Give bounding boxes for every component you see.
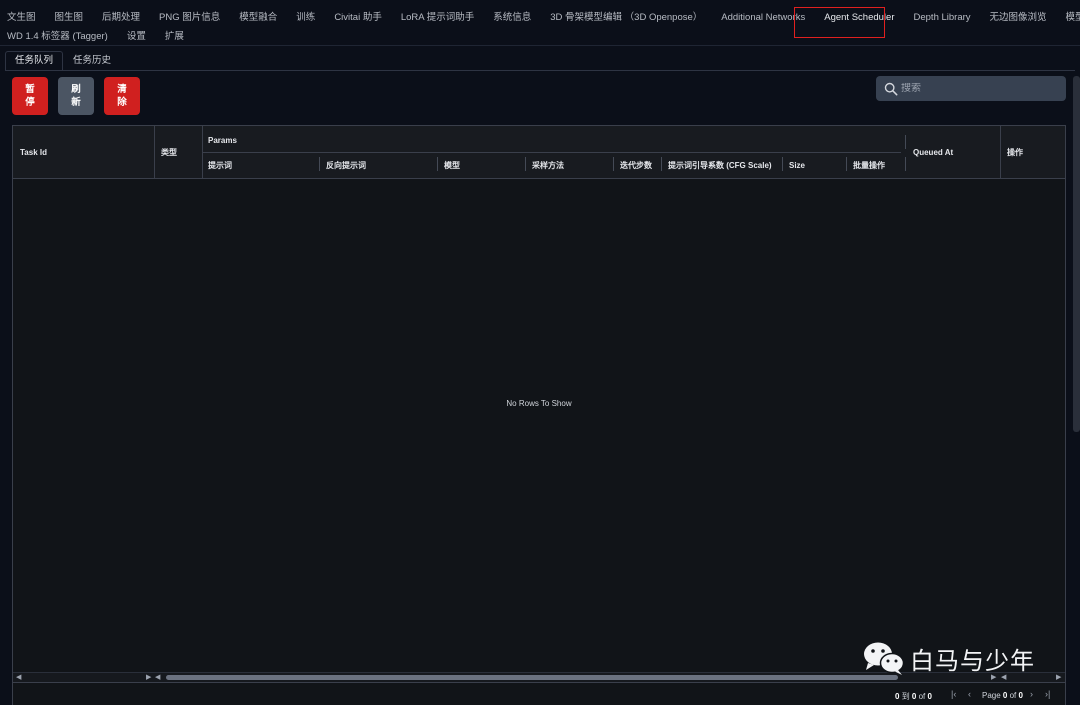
column-divider (154, 126, 155, 179)
column-size[interactable]: Size (789, 156, 805, 174)
page-total: 0 (1018, 691, 1023, 700)
column-separator (905, 135, 906, 149)
column-divider (1000, 126, 1001, 179)
tab-task-history[interactable]: 任务历史 (63, 51, 121, 71)
column-group-params: Params (208, 135, 237, 145)
search-input[interactable] (901, 83, 1061, 94)
tab-settings[interactable]: 设置 (120, 28, 146, 45)
scrollbar-thumb[interactable] (166, 675, 898, 680)
column-queued-at[interactable]: Queued At (913, 126, 953, 179)
empty-state-text: No Rows To Show (506, 399, 572, 408)
tab-tagger[interactable]: WD 1.4 标签器 (Tagger) (0, 28, 108, 45)
column-type[interactable]: 类型 (161, 126, 177, 179)
prev-page-icon[interactable]: ‹ (968, 689, 971, 699)
last-page-icon[interactable]: ›| (1045, 689, 1050, 699)
column-separator (661, 157, 662, 171)
tab-model-converter[interactable]: 模型转换 (1059, 9, 1080, 26)
column-separator (613, 157, 614, 171)
column-model[interactable]: 模型 (444, 156, 460, 174)
column-sampler[interactable]: 采样方法 (532, 156, 564, 174)
refresh-button-label: 刷新 (71, 84, 81, 108)
pause-button-label: 暂停 (25, 84, 35, 108)
tab-depth-library[interactable]: Depth Library (907, 9, 971, 26)
tab-additional-networks[interactable]: Additional Networks (714, 9, 805, 26)
column-actions[interactable]: 操作 (1007, 126, 1023, 179)
clear-button[interactable]: 清除 (104, 77, 140, 115)
watermark: 白马与少年 (862, 638, 1035, 678)
column-separator (905, 157, 906, 171)
tab-extensions[interactable]: 扩展 (158, 28, 184, 45)
search-icon (884, 82, 898, 95)
tab-agent-scheduler[interactable]: Agent Scheduler (817, 9, 894, 26)
search-box[interactable] (876, 76, 1066, 101)
column-task-id[interactable]: Task Id (20, 126, 47, 179)
grid-header: Task Id 类型 Params 提示词 反向提示词 模型 采样方法 迭代步数… (13, 126, 1065, 179)
grid-body: No Rows To Show (13, 179, 1065, 672)
clear-button-label: 清除 (117, 84, 127, 108)
column-separator (846, 157, 847, 171)
first-page-icon[interactable]: |‹ (951, 689, 956, 699)
column-batch-actions[interactable]: 批量操作 (853, 156, 885, 174)
row-to: 0 (911, 692, 917, 701)
page-current: 0 (1002, 691, 1008, 700)
tab-txt2img[interactable]: 文生图 (0, 9, 36, 26)
pause-button[interactable]: 暂停 (12, 77, 48, 115)
row-of-word: of (918, 692, 926, 701)
tab-3d-openpose[interactable]: 3D 骨架模型编辑 （3D Openpose） (543, 9, 702, 26)
tab-system-info[interactable]: 系统信息 (486, 9, 531, 26)
nav-row-secondary: WD 1.4 标签器 (Tagger) 设置 扩展 (0, 28, 196, 45)
watermark-text: 白马与少年 (910, 646, 1035, 675)
column-prompt[interactable]: 提示词 (208, 156, 232, 174)
column-steps[interactable]: 迭代步数 (620, 156, 652, 174)
column-separator (525, 157, 526, 171)
column-separator (319, 157, 320, 171)
refresh-button[interactable]: 刷新 (58, 77, 94, 115)
tab-img2img[interactable]: 图生图 (48, 9, 84, 26)
tab-png-info[interactable]: PNG 图片信息 (152, 9, 220, 26)
nav-row-primary: 文生图 图生图 后期处理 PNG 图片信息 模型融合 训练 Civitai 助手… (0, 9, 1080, 26)
page-summary: Page 0 of 0 (982, 691, 1023, 700)
column-separator (782, 157, 783, 171)
top-navigation: 文生图 图生图 后期处理 PNG 图片信息 模型融合 训练 Civitai 助手… (0, 0, 1080, 46)
page-word: Page (982, 691, 1001, 700)
tab-checkpoint-merger[interactable]: 模型融合 (232, 9, 277, 26)
scheduler-subtabs: 任务队列 任务历史 (5, 51, 121, 71)
task-queue-grid: Task Id 类型 Params 提示词 反向提示词 模型 采样方法 迭代步数… (12, 125, 1066, 705)
column-separator (437, 157, 438, 171)
row-to-word: 到 (901, 692, 910, 701)
column-cfg-scale[interactable]: 提示词引导系数 (CFG Scale) (668, 156, 772, 174)
row-total: 0 (927, 692, 932, 701)
row-summary: 0 到 0 of 0 (895, 691, 932, 702)
tab-task-queue[interactable]: 任务队列 (5, 51, 64, 71)
tab-image-browser[interactable]: 无边图像浏览 (983, 9, 1047, 26)
wechat-logo-icon (864, 642, 905, 675)
tab-train[interactable]: 训练 (289, 9, 315, 26)
tab-lora-prompt-helper[interactable]: LoRA 提示词助手 (394, 9, 474, 26)
next-page-icon[interactable]: › (1030, 689, 1033, 699)
grid-pagination: 0 到 0 of 0 |‹ ‹ Page 0 of 0 › ›| (13, 682, 1065, 705)
column-negative-prompt[interactable]: 反向提示词 (326, 156, 366, 174)
row-from: 0 (895, 692, 900, 701)
params-group-divider (202, 152, 901, 153)
page-vertical-scrollbar[interactable] (1073, 76, 1080, 432)
tab-civitai-helper[interactable]: Civitai 助手 (327, 9, 382, 26)
page-of-word: of (1009, 691, 1017, 700)
tab-extras[interactable]: 后期处理 (95, 9, 140, 26)
